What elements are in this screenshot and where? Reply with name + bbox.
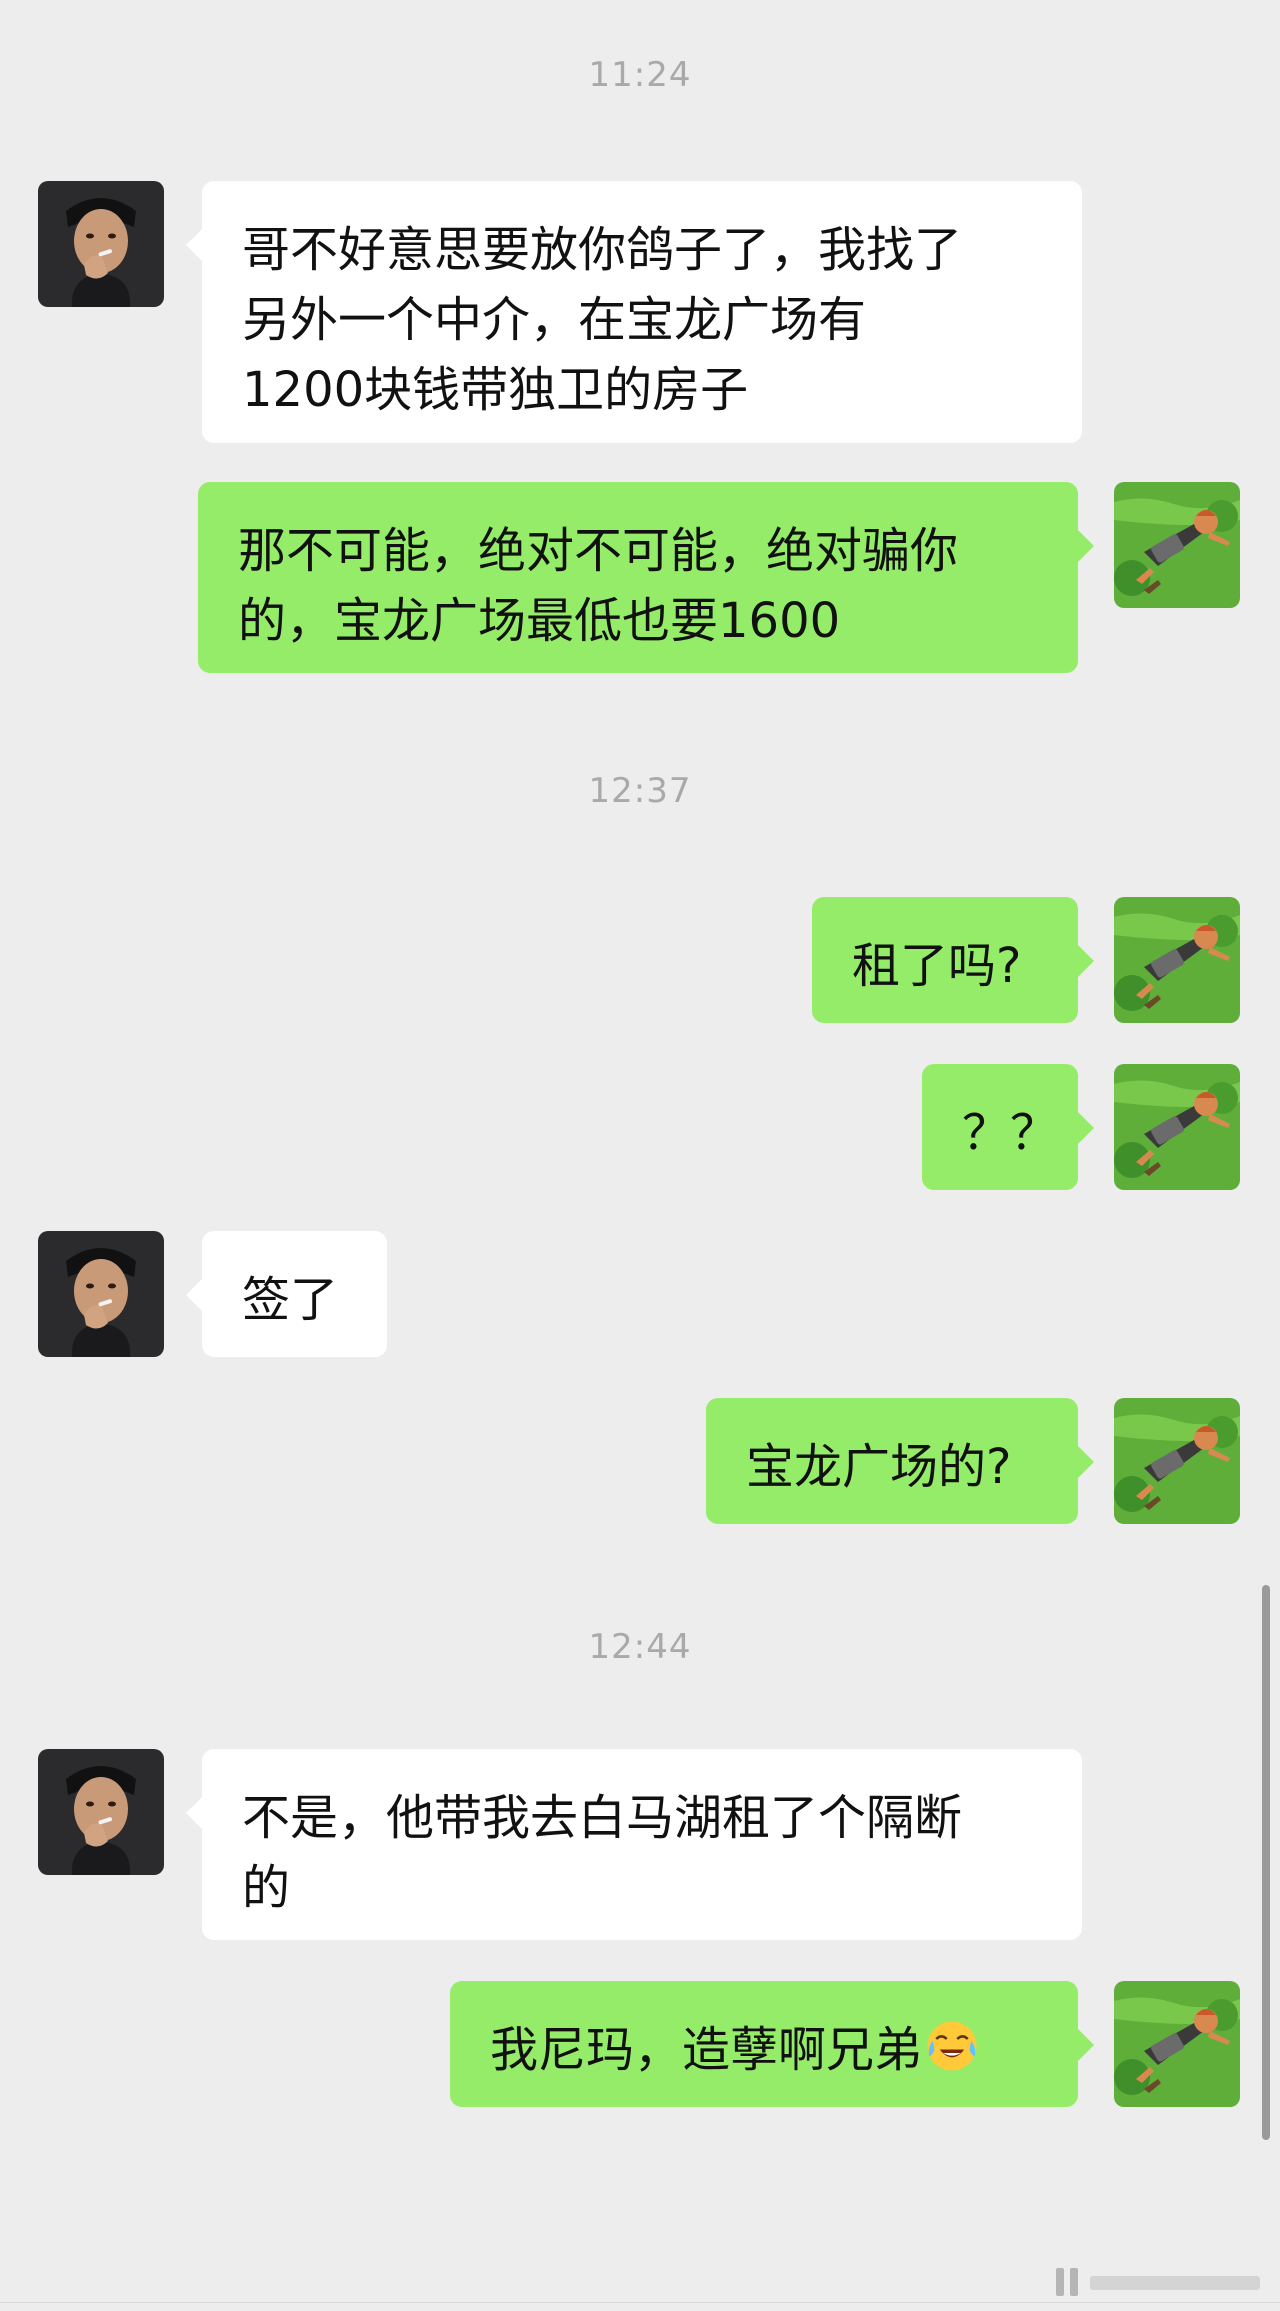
user-avatar-image <box>1114 1981 1240 2107</box>
contact-avatar-image <box>38 181 164 307</box>
user-avatar[interactable] <box>1114 482 1240 608</box>
crying-laughing-emoji-icon <box>927 2021 977 2071</box>
message-text: 的，宝龙广场最低也要1600 <box>238 593 841 649</box>
user-avatar-image <box>1114 482 1240 608</box>
scrollbar[interactable] <box>1262 1585 1270 2140</box>
message-bubble-outgoing[interactable]: 我尼玛，造孽啊兄弟 <box>450 1981 1094 2107</box>
message-text: 1200块钱带独卫的房子 <box>242 362 749 418</box>
message-bubble-outgoing[interactable]: 那不可能，绝对不可能，绝对骗你 的，宝龙广场最低也要1600 <box>198 482 1094 673</box>
message-text: 不是，他带我去白马湖租了个隔断 <box>242 1790 963 1846</box>
user-avatar-image <box>1114 1064 1240 1190</box>
message-text: 哥不好意思要放你鸽子了，我找了 <box>242 222 963 278</box>
message-bubble-incoming[interactable]: 签了 <box>186 1231 387 1357</box>
message-text: 的 <box>242 1860 291 1916</box>
contact-avatar[interactable] <box>38 181 164 307</box>
message-text: 另外一个中介，在宝龙广场有 <box>242 292 867 348</box>
user-avatar[interactable] <box>1114 897 1240 1023</box>
contact-avatar-image <box>38 1749 164 1875</box>
user-avatar-image <box>1114 897 1240 1023</box>
message-text: 那不可能，绝对不可能，绝对骗你 <box>238 523 959 579</box>
watermark-logo <box>1056 2268 1260 2296</box>
contact-avatar[interactable] <box>38 1231 164 1357</box>
message-line: 我尼玛，造孽啊兄弟 <box>490 2015 1040 2085</box>
message-bubble-outgoing[interactable]: 租了吗? <box>812 897 1094 1023</box>
contact-avatar-image <box>38 1231 164 1357</box>
message-text: 租了吗? <box>852 938 1022 994</box>
message-text: 签了 <box>242 1272 339 1328</box>
timestamp: 12:37 <box>588 771 692 811</box>
message-text: 宝龙广场的? <box>746 1439 1012 1495</box>
message-bubble-incoming[interactable]: 不是，他带我去白马湖租了个隔断 的 <box>186 1749 1082 1940</box>
message-text: 我尼玛，造孽啊兄弟 <box>490 2022 923 2078</box>
timestamp: 11:24 <box>588 55 692 95</box>
message-text: ？？ <box>962 1105 1059 1161</box>
message-bubble-incoming[interactable]: 哥不好意思要放你鸽子了，我找了 另外一个中介，在宝龙广场有 1200块钱带独卫的… <box>186 181 1082 443</box>
chat-window: 11:24 12:37 12:44 哥不好意思要放你鸽子了，我找了 另外一个中介… <box>0 0 1280 2311</box>
user-avatar[interactable] <box>1114 1398 1240 1524</box>
contact-avatar[interactable] <box>38 1749 164 1875</box>
divider <box>0 2302 1280 2303</box>
user-avatar[interactable] <box>1114 1064 1240 1190</box>
message-bubble-outgoing[interactable]: 宝龙广场的? <box>706 1398 1094 1524</box>
user-avatar[interactable] <box>1114 1981 1240 2107</box>
message-bubble-outgoing[interactable]: ？？ <box>922 1064 1094 1190</box>
timestamp: 12:44 <box>588 1627 692 1667</box>
user-avatar-image <box>1114 1398 1240 1524</box>
